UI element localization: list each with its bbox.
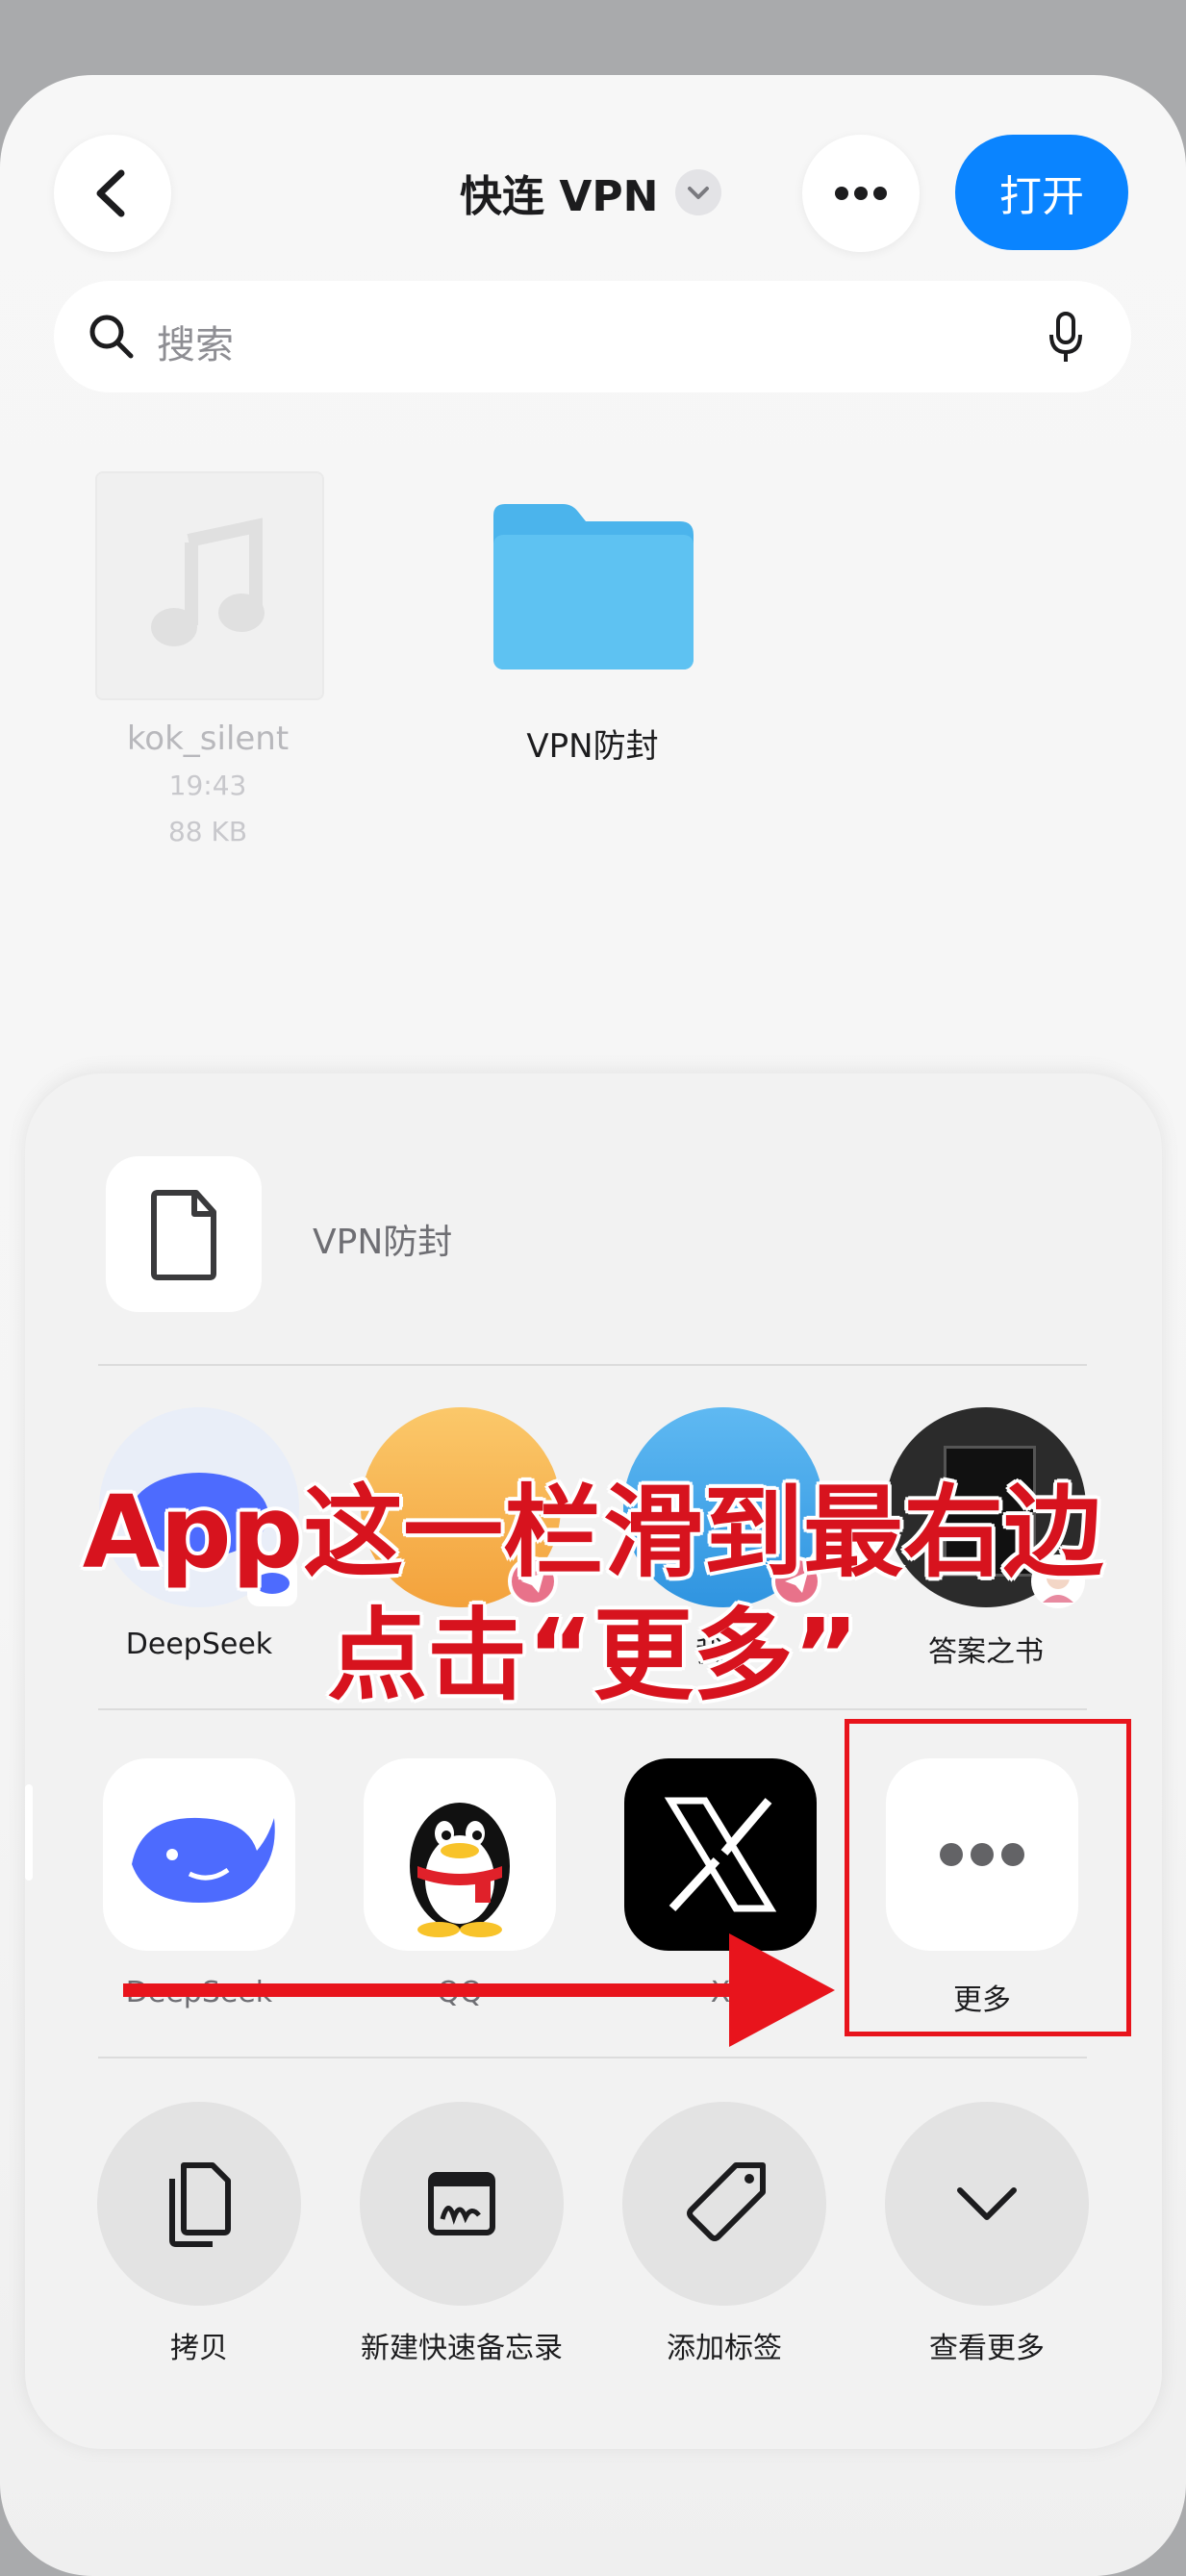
copy-icon bbox=[169, 2162, 231, 2247]
chevron-left-icon bbox=[96, 169, 125, 217]
page-title[interactable]: 快连 VPN bbox=[460, 162, 658, 223]
copy-button[interactable] bbox=[97, 2102, 301, 2306]
microphone-icon[interactable] bbox=[1047, 312, 1085, 366]
app-deepseek[interactable] bbox=[103, 1758, 295, 1951]
title-dropdown-button[interactable] bbox=[675, 169, 721, 215]
annotation-instruction-line2: 点击“更多” bbox=[327, 1597, 859, 1714]
search-icon bbox=[89, 315, 134, 359]
document-icon bbox=[151, 1190, 216, 1280]
file-thumbnail-kok-silent[interactable] bbox=[95, 471, 324, 700]
scroll-edge-indicator bbox=[25, 1784, 33, 1881]
deepseek-whale-icon bbox=[132, 1817, 275, 1903]
add-tag-button[interactable] bbox=[622, 2102, 826, 2306]
folder-icon[interactable] bbox=[486, 500, 699, 671]
shared-item-name: VPN防封 bbox=[313, 1223, 453, 1262]
qq-penguin-icon bbox=[410, 1803, 510, 1937]
music-note-icon bbox=[151, 518, 265, 646]
action-label: 拷贝 bbox=[170, 2332, 228, 2365]
ellipsis-icon bbox=[835, 187, 887, 200]
annotation-arrow-icon bbox=[123, 1933, 835, 2047]
open-button[interactable]: 打开 bbox=[955, 135, 1128, 250]
more-options-button[interactable] bbox=[802, 135, 920, 252]
app-x[interactable] bbox=[624, 1758, 817, 1951]
chevron-down-icon bbox=[957, 2187, 1017, 2220]
tag-icon bbox=[687, 2162, 766, 2241]
app-qq[interactable] bbox=[364, 1758, 556, 1951]
action-label: 添加标签 bbox=[667, 2332, 782, 2365]
folder-name: VPN防封 bbox=[526, 727, 659, 766]
file-time: 19:43 bbox=[168, 770, 247, 801]
action-label: 查看更多 bbox=[929, 2332, 1045, 2365]
quick-note-icon bbox=[428, 2172, 495, 2235]
annotation-highlight-box bbox=[845, 1719, 1131, 2036]
action-label: 新建快速备忘录 bbox=[361, 2332, 563, 2365]
divider bbox=[98, 2057, 1087, 2058]
shared-item-thumbnail bbox=[106, 1156, 262, 1312]
view-more-button[interactable] bbox=[885, 2102, 1089, 2306]
back-button[interactable] bbox=[54, 135, 171, 252]
quick-note-button[interactable] bbox=[360, 2102, 564, 2306]
search-placeholder: 搜索 bbox=[157, 323, 234, 367]
chevron-down-icon bbox=[688, 187, 709, 199]
x-logo-icon bbox=[664, 1797, 777, 1912]
divider bbox=[98, 1364, 1087, 1366]
file-name: kok_silent bbox=[126, 720, 290, 758]
file-size: 88 KB bbox=[167, 816, 248, 847]
